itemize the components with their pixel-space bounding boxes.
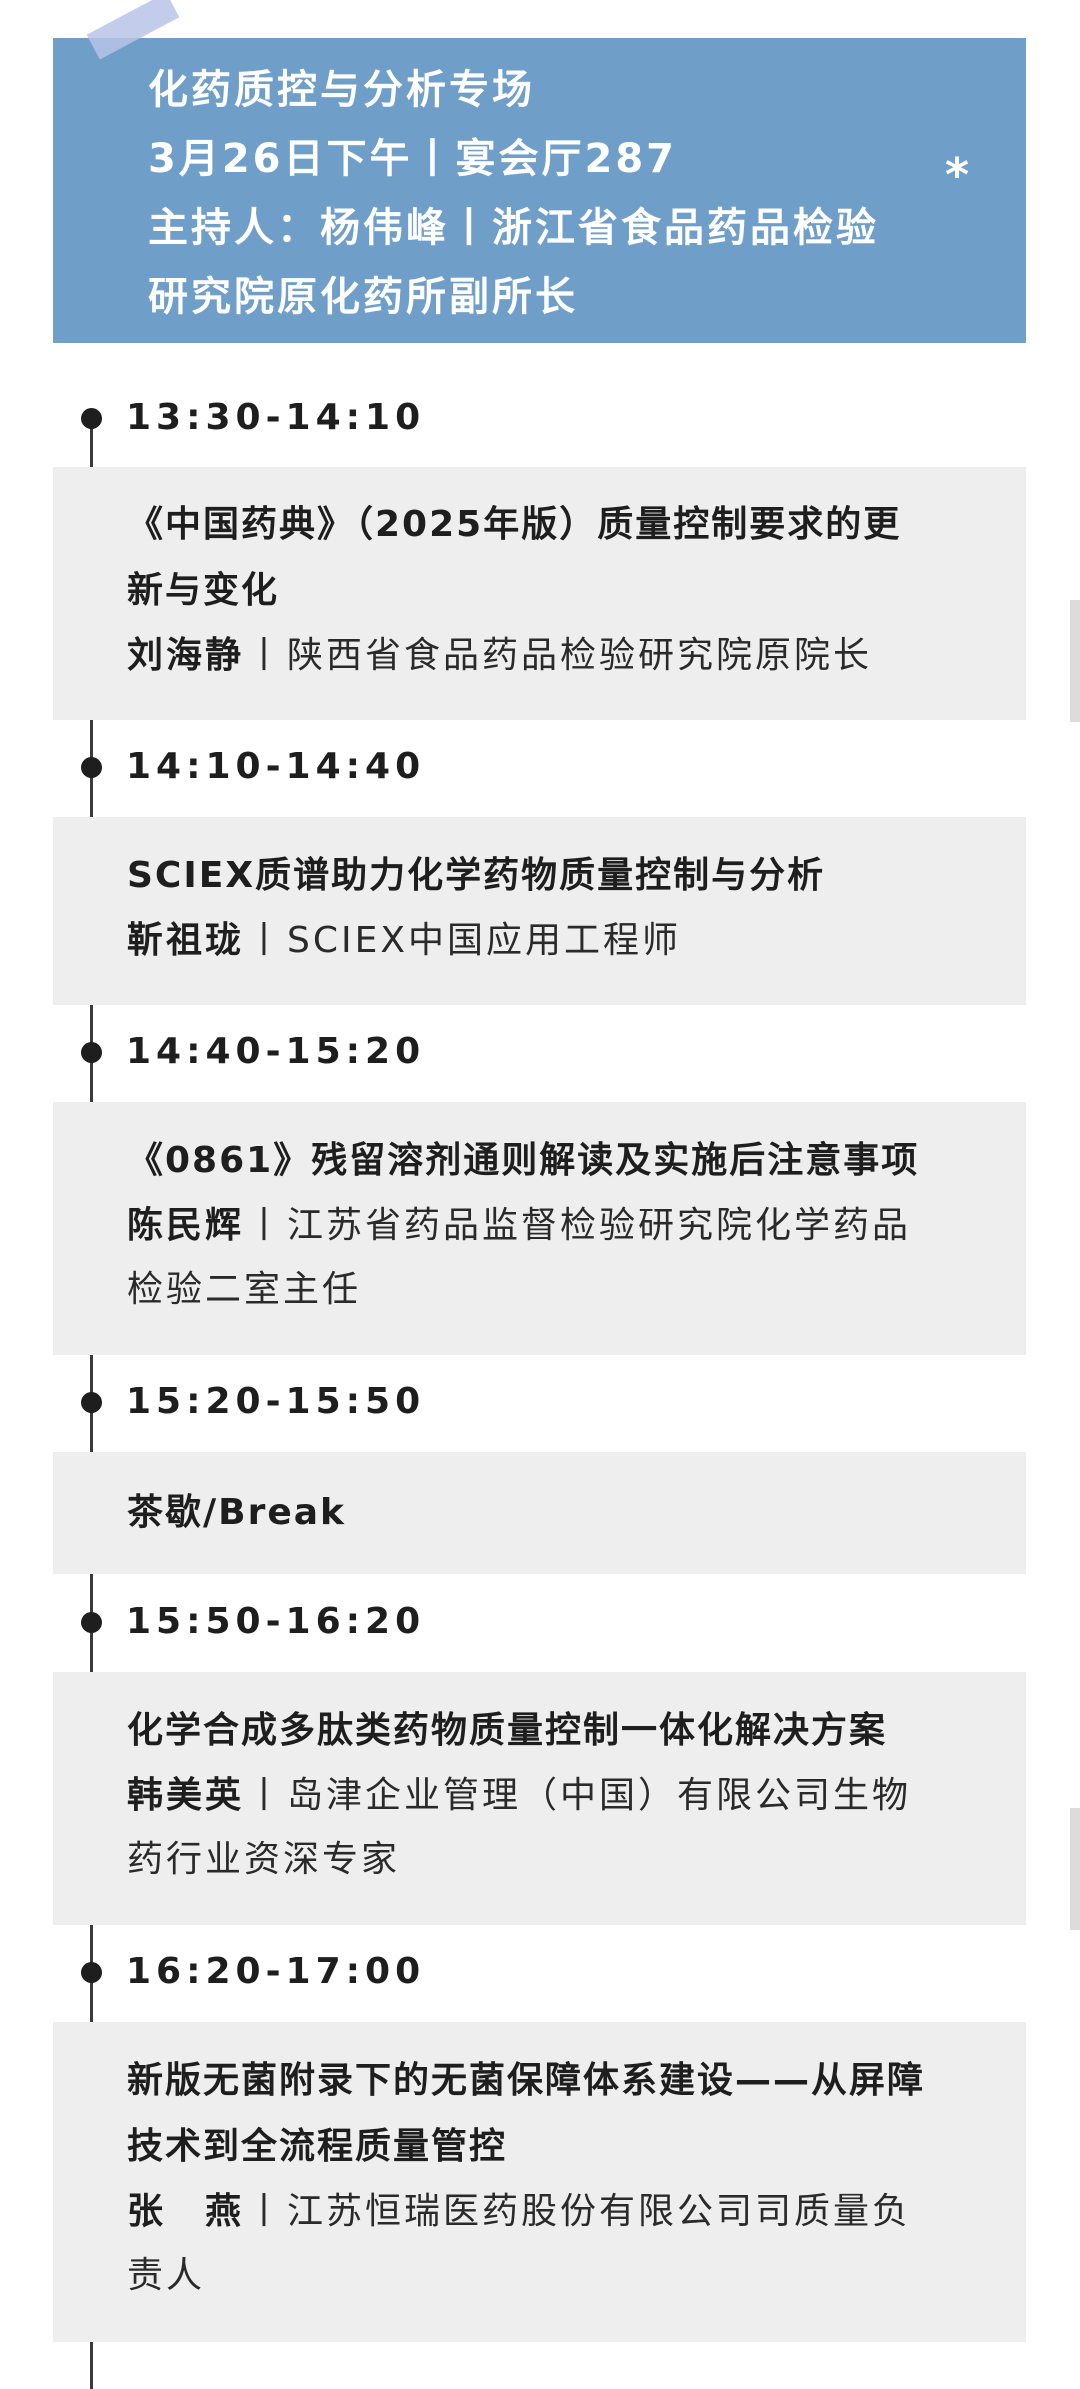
time-slot: 15:20-15:50 [126, 1381, 426, 1422]
timeline-dot [81, 1042, 102, 1063]
speaker-line: 陈民辉丨江苏省药品监督检验研究院化学药品 [127, 1194, 986, 1258]
timeline-dot [81, 1392, 102, 1413]
speaker-line: 张 燕丨江苏恒瑞医药股份有限公司司质量负 [127, 2180, 986, 2244]
time-slot: 14:40-15:20 [126, 1031, 426, 1072]
talk-title: 新版无菌附录下的无菌保障体系建设——从屏障 [127, 2060, 926, 2101]
talk-title: 技术到全流程质量管控 [127, 2126, 508, 2167]
speaker-line: 靳祖珑丨SCIEX中国应用工程师 [127, 909, 986, 973]
talk-card: SCIEX质谱助力化学药物质量控制与分析 靳祖珑丨SCIEX中国应用工程师 [53, 817, 1026, 1005]
speaker-name: 刘海静 [127, 635, 245, 676]
time-slot: 14:10-14:40 [126, 746, 426, 787]
talk-card: 《0861》残留溶剂通则解读及实施后注意事项 陈民辉丨江苏省药品监督检验研究院化… [53, 1102, 1026, 1355]
break-title: 茶歇/Break [127, 1492, 346, 1533]
scroll-indicator [1070, 1808, 1080, 1930]
speaker-affiliation: 陕西省食品药品检验研究院原院长 [287, 635, 873, 676]
session-host-affiliation: 研究院原化药所副所长 [148, 274, 578, 320]
talk-card: 《中国药典》（2025年版）质量控制要求的更 新与变化 刘海静丨陕西省食品药品检… [53, 467, 1026, 720]
talk-card: 化学合成多肽类药物质量控制一体化解决方案 韩美英丨岛津企业管理（中国）有限公司生… [53, 1672, 1026, 1925]
time-slot: 15:50-16:20 [126, 1601, 426, 1642]
talk-title: 《中国药典》（2025年版）质量控制要求的更 [127, 504, 902, 545]
talk-title: 《0861》残留溶剂通则解读及实施后注意事项 [127, 1140, 920, 1181]
break-card: 茶歇/Break [53, 1452, 1026, 1574]
scroll-indicator [1070, 600, 1080, 722]
separator: 丨 [246, 1775, 286, 1816]
timeline-dot [81, 1612, 102, 1633]
speaker-line: 韩美英丨岛津企业管理（中国）有限公司生物 [127, 1764, 986, 1828]
speaker-name: 靳祖珑 [127, 920, 245, 961]
speaker-affiliation: SCIEX中国应用工程师 [287, 920, 682, 961]
speaker-affiliation: 江苏恒瑞医药股份有限公司司质量负 [287, 2191, 912, 2232]
talk-title: 新与变化 [127, 570, 280, 611]
speaker-affiliation: 江苏省药品监督检验研究院化学药品 [287, 1205, 912, 1246]
speaker-line: 刘海静丨陕西省食品药品检验研究院原院长 [127, 624, 986, 688]
timeline-dot [81, 408, 102, 429]
separator: 丨 [246, 920, 286, 961]
speaker-affiliation-cont: 检验二室主任 [127, 1269, 362, 1310]
time-slot: 13:30-14:10 [126, 397, 426, 438]
separator: 丨 [246, 635, 286, 676]
separator: 丨 [246, 1205, 286, 1246]
talk-title: 化学合成多肽类药物质量控制一体化解决方案 [127, 1710, 888, 1751]
talk-title: SCIEX质谱助力化学药物质量控制与分析 [127, 855, 826, 896]
speaker-affiliation-cont: 责人 [127, 2255, 206, 2296]
session-header: 化药质控与分析专场 3月26日下午丨宴会厅287 主持人：杨伟峰丨浙江省食品药品… [53, 38, 1026, 343]
talk-card: 新版无菌附录下的无菌保障体系建设——从屏障 技术到全流程质量管控 张 燕丨江苏恒… [53, 2022, 1026, 2342]
session-date-venue: 3月26日下午丨宴会厅287 [148, 136, 677, 182]
speaker-affiliation-cont: 药行业资深专家 [127, 1839, 401, 1880]
speaker-name: 陈民辉 [127, 1205, 245, 1246]
session-title: 化药质控与分析专场 [148, 67, 535, 113]
session-host: 主持人：杨伟峰丨浙江省食品药品检验 [148, 205, 879, 251]
timeline-dot [81, 1962, 102, 1983]
timeline-dot [81, 757, 102, 778]
separator: 丨 [246, 2191, 286, 2232]
speaker-name: 张 燕 [127, 2191, 245, 2232]
asterisk-icon: * [945, 148, 970, 202]
speaker-affiliation: 岛津企业管理（中国）有限公司生物 [287, 1775, 912, 1816]
time-slot: 16:20-17:00 [126, 1951, 426, 1992]
speaker-name: 韩美英 [127, 1775, 245, 1816]
